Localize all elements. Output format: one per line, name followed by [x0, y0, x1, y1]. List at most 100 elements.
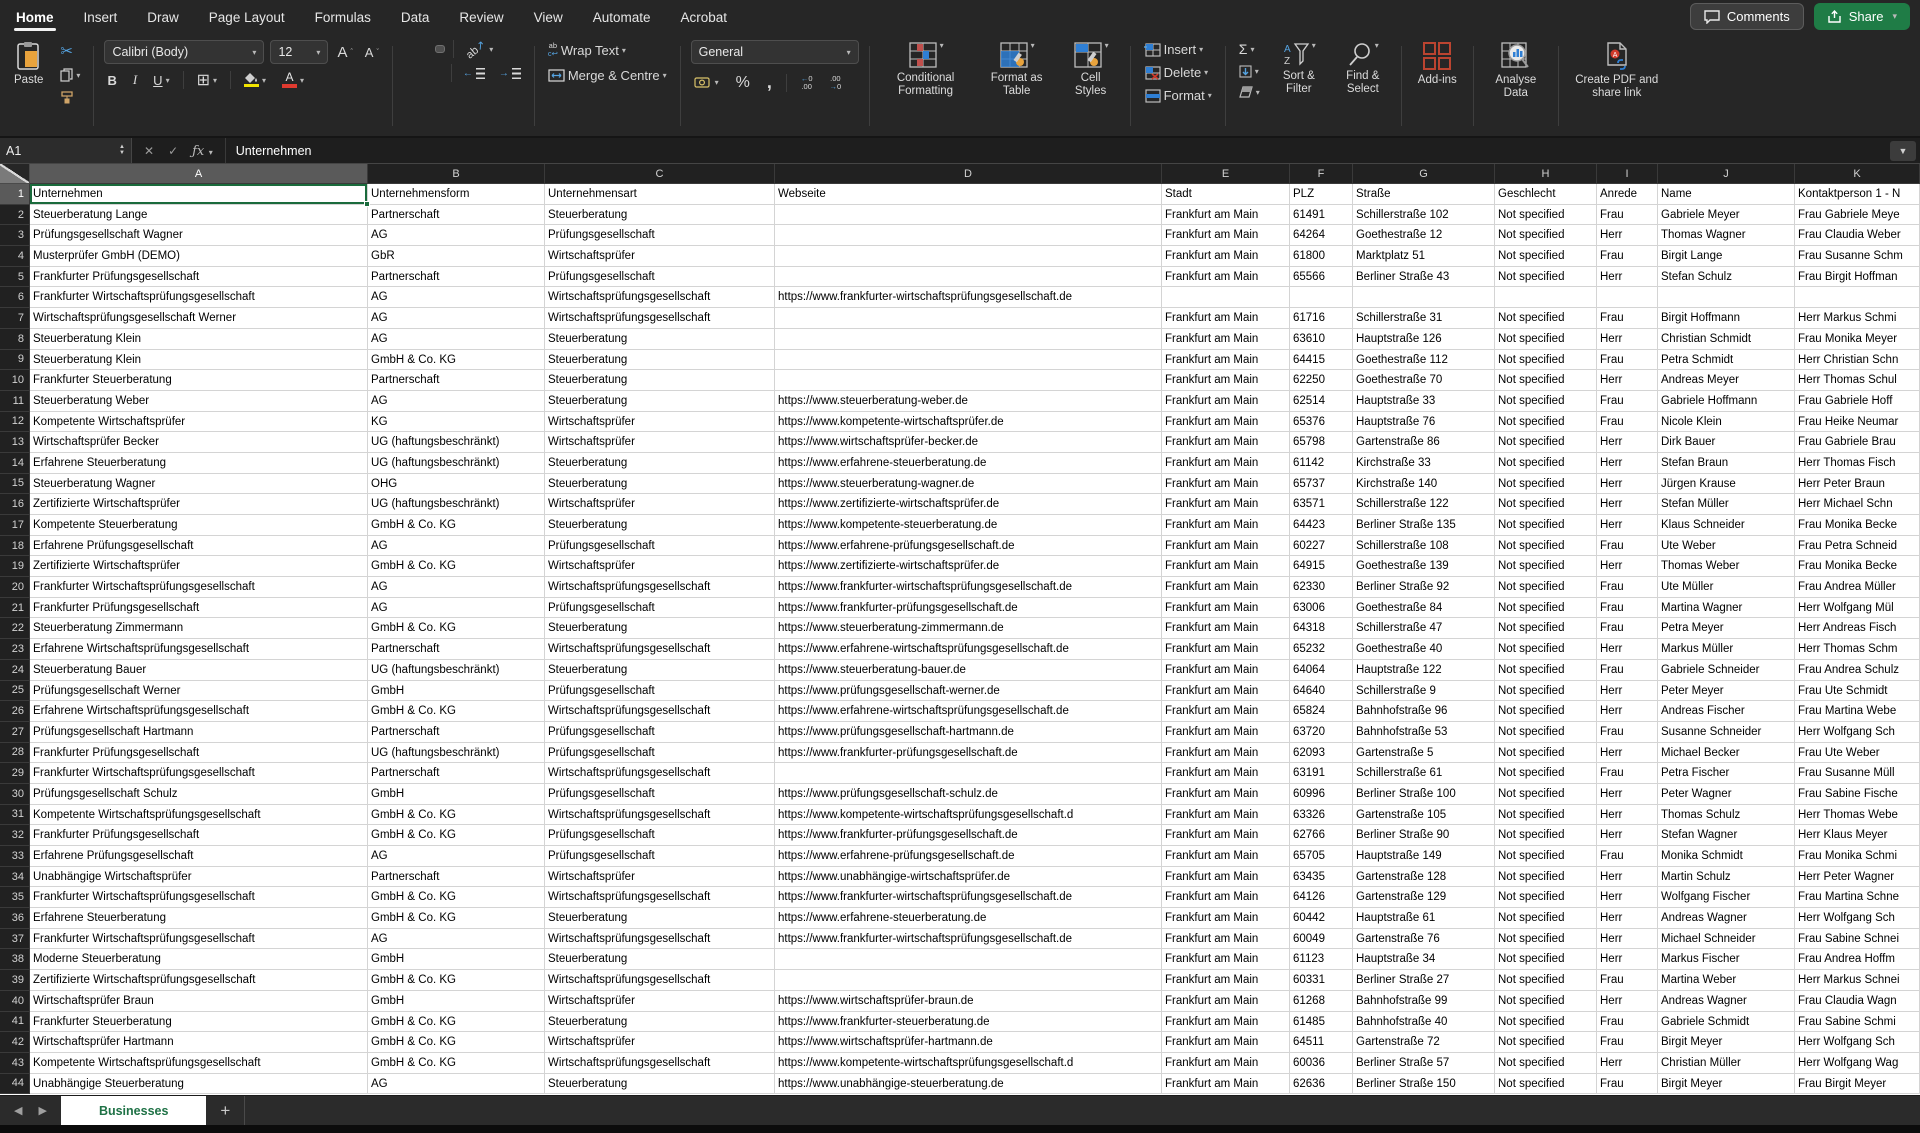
cell-E12[interactable]: Frankfurt am Main — [1162, 412, 1290, 433]
cell-C37[interactable]: Wirtschaftsprüfungsgesellschaft — [545, 929, 775, 950]
insert-function-button[interactable]: ƒx ▾ — [192, 142, 213, 160]
cell-C41[interactable]: Steuerberatung — [545, 1012, 775, 1033]
cell-H36[interactable]: Not specified — [1495, 908, 1597, 929]
cell-A39[interactable]: Zertifizierte Wirtschaftsprüfungsgesells… — [30, 970, 368, 991]
cell-I22[interactable]: Frau — [1597, 618, 1658, 639]
cell-D28[interactable]: https://www.frankfurter-prüfungsgesellsc… — [775, 743, 1162, 764]
cell-G4[interactable]: Marktplatz 51 — [1353, 246, 1495, 267]
share-button[interactable]: Share ▾ — [1814, 3, 1910, 30]
cell-E2[interactable]: Frankfurt am Main — [1162, 205, 1290, 226]
cell-J11[interactable]: Gabriele Hoffmann — [1658, 391, 1795, 412]
row-header-21[interactable]: 21 — [0, 598, 30, 619]
cell-B22[interactable]: GmbH & Co. KG — [368, 618, 545, 639]
cell-G6[interactable] — [1353, 287, 1495, 308]
cell-F24[interactable]: 64064 — [1290, 660, 1353, 681]
cell-I15[interactable]: Herr — [1597, 474, 1658, 495]
row-header-2[interactable]: 2 — [0, 205, 30, 226]
cell-H44[interactable]: Not specified — [1495, 1074, 1597, 1095]
cell-J30[interactable]: Peter Wagner — [1658, 784, 1795, 805]
cell-K4[interactable]: Frau Susanne Schm — [1795, 246, 1920, 267]
fill-color-button[interactable]: ▾ — [241, 71, 269, 90]
row-header-9[interactable]: 9 — [0, 350, 30, 371]
cell-J24[interactable]: Gabriele Schneider — [1658, 660, 1795, 681]
cell-A4[interactable]: Musterprüfer GmbH (DEMO) — [30, 246, 368, 267]
cell-B40[interactable]: GmbH — [368, 991, 545, 1012]
cell-E30[interactable]: Frankfurt am Main — [1162, 784, 1290, 805]
cell-J38[interactable]: Markus Fischer — [1658, 949, 1795, 970]
cell-G12[interactable]: Hauptstraße 76 — [1353, 412, 1495, 433]
cell-B19[interactable]: GmbH & Co. KG — [368, 556, 545, 577]
cell-I37[interactable]: Herr — [1597, 929, 1658, 950]
cell-D21[interactable]: https://www.frankfurter-prüfungsgesellsc… — [775, 598, 1162, 619]
cell-G23[interactable]: Goethestraße 40 — [1353, 639, 1495, 660]
cell-F3[interactable]: 64264 — [1290, 225, 1353, 246]
cell-H27[interactable]: Not specified — [1495, 722, 1597, 743]
cell-H31[interactable]: Not specified — [1495, 805, 1597, 826]
row-header-25[interactable]: 25 — [0, 681, 30, 702]
insert-cells-button[interactable]: Insert ▾ — [1141, 40, 1215, 59]
cell-F13[interactable]: 65798 — [1290, 432, 1353, 453]
cell-H19[interactable]: Not specified — [1495, 556, 1597, 577]
cell-H13[interactable]: Not specified — [1495, 432, 1597, 453]
cell-A27[interactable]: Prüfungsgesellschaft Hartmann — [30, 722, 368, 743]
cell-C16[interactable]: Wirtschaftsprüfer — [545, 494, 775, 515]
cell-I21[interactable]: Frau — [1597, 598, 1658, 619]
cell-G21[interactable]: Goethestraße 84 — [1353, 598, 1495, 619]
cell-C17[interactable]: Steuerberatung — [545, 515, 775, 536]
cell-D25[interactable]: https://www.prüfungsgesellschaft-werner.… — [775, 681, 1162, 702]
cell-H7[interactable]: Not specified — [1495, 308, 1597, 329]
cell-F4[interactable]: 61800 — [1290, 246, 1353, 267]
format-cells-button[interactable]: Format ▾ — [1141, 86, 1215, 105]
cell-D36[interactable]: https://www.erfahrene-steuerberatung.de — [775, 908, 1162, 929]
column-header-K[interactable]: K — [1795, 164, 1920, 184]
cell-B20[interactable]: AG — [368, 577, 545, 598]
cell-B42[interactable]: GmbH & Co. KG — [368, 1032, 545, 1053]
cell-B16[interactable]: UG (haftungsbeschränkt) — [368, 494, 545, 515]
cell-I44[interactable]: Frau — [1597, 1074, 1658, 1095]
cell-J34[interactable]: Martin Schulz — [1658, 867, 1795, 888]
cell-A38[interactable]: Moderne Steuerberatung — [30, 949, 368, 970]
cell-K42[interactable]: Herr Wolfgang Sch — [1795, 1032, 1920, 1053]
cell-K12[interactable]: Frau Heike Neumar — [1795, 412, 1920, 433]
confirm-entry-icon[interactable]: ✓ — [168, 144, 178, 158]
row-header-40[interactable]: 40 — [0, 991, 30, 1012]
cell-A13[interactable]: Wirtschaftsprüfer Becker — [30, 432, 368, 453]
cell-K13[interactable]: Frau Gabriele Brau — [1795, 432, 1920, 453]
cell-F19[interactable]: 64915 — [1290, 556, 1353, 577]
merge-centre-button[interactable]: Merge & Centre ▾ — [545, 66, 670, 85]
cell-G5[interactable]: Berliner Straße 43 — [1353, 267, 1495, 288]
row-header-28[interactable]: 28 — [0, 743, 30, 764]
cell-J25[interactable]: Peter Meyer — [1658, 681, 1795, 702]
column-header-I[interactable]: I — [1597, 164, 1658, 184]
cell-E40[interactable]: Frankfurt am Main — [1162, 991, 1290, 1012]
cell-B30[interactable]: GmbH — [368, 784, 545, 805]
cell-E27[interactable]: Frankfurt am Main — [1162, 722, 1290, 743]
cell-F27[interactable]: 63720 — [1290, 722, 1353, 743]
row-header-5[interactable]: 5 — [0, 267, 30, 288]
cell-K30[interactable]: Frau Sabine Fische — [1795, 784, 1920, 805]
cell-E5[interactable]: Frankfurt am Main — [1162, 267, 1290, 288]
row-header-30[interactable]: 30 — [0, 784, 30, 805]
row-header-20[interactable]: 20 — [0, 577, 30, 598]
row-header-27[interactable]: 27 — [0, 722, 30, 743]
borders-button[interactable]: ⊞▾ — [194, 71, 220, 90]
cell-H9[interactable]: Not specified — [1495, 350, 1597, 371]
cell-A43[interactable]: Kompetente Wirtschaftsprüfungsgesellscha… — [30, 1053, 368, 1074]
decrease-decimal-button[interactable]: .00→0 — [827, 73, 845, 93]
create-pdf-button[interactable]: A Create PDF and share link — [1569, 40, 1665, 132]
cell-E6[interactable] — [1162, 287, 1290, 308]
cell-E23[interactable]: Frankfurt am Main — [1162, 639, 1290, 660]
cell-F20[interactable]: 62330 — [1290, 577, 1353, 598]
cell-D29[interactable] — [775, 763, 1162, 784]
cell-F6[interactable] — [1290, 287, 1353, 308]
cell-H16[interactable]: Not specified — [1495, 494, 1597, 515]
cell-C40[interactable]: Wirtschaftsprüfer — [545, 991, 775, 1012]
cell-K35[interactable]: Frau Martina Schne — [1795, 887, 1920, 908]
cell-C9[interactable]: Steuerberatung — [545, 350, 775, 371]
percent-button[interactable]: % — [733, 72, 753, 94]
cell-I9[interactable]: Frau — [1597, 350, 1658, 371]
cell-I26[interactable]: Herr — [1597, 701, 1658, 722]
formula-input[interactable]: Unternehmen — [226, 138, 1920, 163]
cell-G32[interactable]: Berliner Straße 90 — [1353, 825, 1495, 846]
cell-C3[interactable]: Prüfungsgesellschaft — [545, 225, 775, 246]
